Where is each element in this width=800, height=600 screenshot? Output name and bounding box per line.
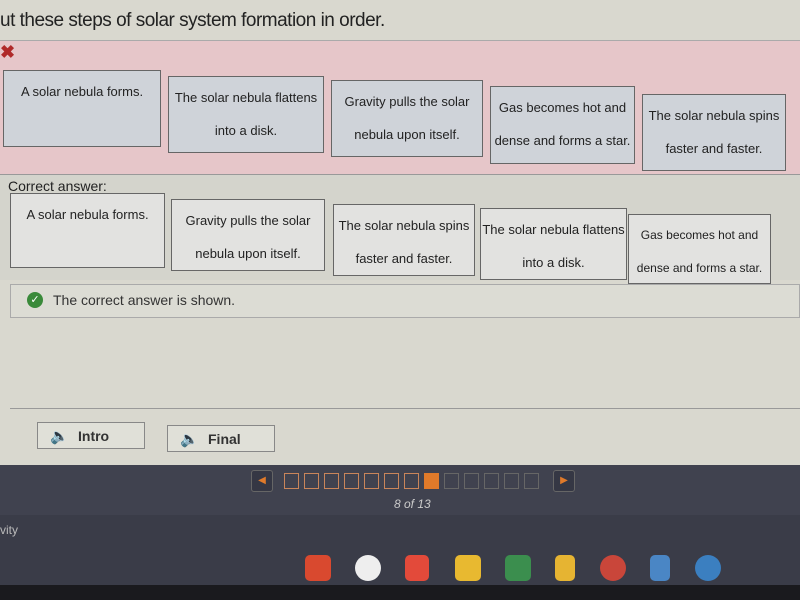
feedback-text: The correct answer is shown. xyxy=(53,292,236,308)
correct-tile: Gas becomes hot and dense and forms a sta… xyxy=(628,214,771,284)
gmail-icon[interactable] xyxy=(405,555,429,581)
correct-tile: The solar nebula spins faster and faster. xyxy=(333,204,475,276)
tile-line: The solar nebula flattens xyxy=(482,222,625,237)
feedback-bar: ✓ The correct answer is shown. xyxy=(10,284,800,318)
answer-tile[interactable]: A solar nebula forms. xyxy=(3,70,161,147)
page-square-2[interactable] xyxy=(304,473,319,489)
page-square-5[interactable] xyxy=(364,473,379,489)
question-text: ut these steps of solar system formation… xyxy=(0,10,385,31)
drive-icon[interactable] xyxy=(505,555,531,581)
tile-line: Gravity pulls the solar xyxy=(344,94,470,109)
tile-line: A solar nebula forms. xyxy=(26,207,149,222)
x-icon: ✖ xyxy=(0,42,16,62)
tile-line: Gravity pulls the solar xyxy=(185,213,311,228)
answer-tile[interactable]: The solar nebula flattens into a disk. xyxy=(168,76,324,153)
correct-tile: The solar nebula flattens into a disk. xyxy=(480,208,627,280)
youtube-icon[interactable] xyxy=(305,555,331,581)
page-square-1[interactable] xyxy=(284,473,299,489)
tile-line: dense and forms a star. xyxy=(636,261,763,275)
final-label: Final xyxy=(208,431,241,447)
tile-line: A solar nebula forms. xyxy=(20,84,144,99)
intro-audio-button[interactable]: 🔈 Intro xyxy=(37,422,145,449)
page-square-4[interactable] xyxy=(344,473,359,489)
correct-tile: Gravity pulls the solar nebula upon itsel… xyxy=(171,199,325,271)
page-square-7[interactable] xyxy=(404,473,419,489)
check-icon: ✓ xyxy=(27,292,43,308)
tile-line: The solar nebula spins xyxy=(338,218,470,233)
tile-line: faster and faster. xyxy=(355,251,453,266)
activity-content: ut these steps of solar system formation… xyxy=(0,0,800,465)
tile-line: nebula upon itself. xyxy=(195,246,301,261)
tile-line: into a disk. xyxy=(214,123,278,138)
final-audio-button[interactable]: 🔈 Final xyxy=(167,425,275,452)
pagination-bar: ◀ ▶ 8 of 13 xyxy=(0,465,800,515)
divider xyxy=(10,408,800,409)
correct-answer-label: Correct answer: xyxy=(8,178,107,194)
tile-line: into a disk. xyxy=(522,255,585,270)
next-page-button[interactable]: ▶ xyxy=(553,470,575,492)
page-square-13[interactable] xyxy=(524,473,539,489)
speaker-icon: 🔈 xyxy=(180,431,199,448)
page-square-11[interactable] xyxy=(484,473,499,489)
play-store-icon[interactable] xyxy=(355,555,381,581)
page-square-3[interactable] xyxy=(324,473,339,489)
slides-icon[interactable] xyxy=(555,555,575,581)
keep-icon[interactable] xyxy=(455,555,481,581)
tile-line: Gas becomes hot and xyxy=(640,228,759,242)
tile-line: nebula upon itself. xyxy=(354,127,460,142)
page-square-9[interactable] xyxy=(444,473,459,489)
chrome-icon[interactable] xyxy=(600,555,626,581)
tile-line: The solar nebula spins xyxy=(648,108,780,123)
answer-tile[interactable]: Gas becomes hot and dense and forms a sta… xyxy=(490,86,635,164)
page-square-12[interactable] xyxy=(504,473,519,489)
page-square-8[interactable] xyxy=(424,473,439,489)
answer-tile[interactable]: The solar nebula spins faster and faster. xyxy=(642,94,786,171)
intro-label: Intro xyxy=(78,428,110,444)
tile-line: dense and forms a star. xyxy=(494,133,631,148)
tile-line: Gas becomes hot and xyxy=(498,100,627,115)
chromeos-shelf: vity xyxy=(0,515,800,585)
prev-page-button[interactable]: ◀ xyxy=(251,470,273,492)
page-square-10[interactable] xyxy=(464,473,479,489)
partial-text: vity xyxy=(0,523,18,537)
correct-tile: A solar nebula forms. xyxy=(10,193,165,268)
page-indicator: 8 of 13 xyxy=(394,497,431,511)
tile-line: The solar nebula flattens xyxy=(174,90,318,105)
answer-tile[interactable]: Gravity pulls the solar nebula upon itsel… xyxy=(331,80,483,157)
tile-line: faster and faster. xyxy=(665,141,763,156)
docs-icon[interactable] xyxy=(650,555,670,581)
page-square-6[interactable] xyxy=(384,473,399,489)
files-icon[interactable] xyxy=(695,555,721,581)
speaker-icon: 🔈 xyxy=(50,428,69,445)
